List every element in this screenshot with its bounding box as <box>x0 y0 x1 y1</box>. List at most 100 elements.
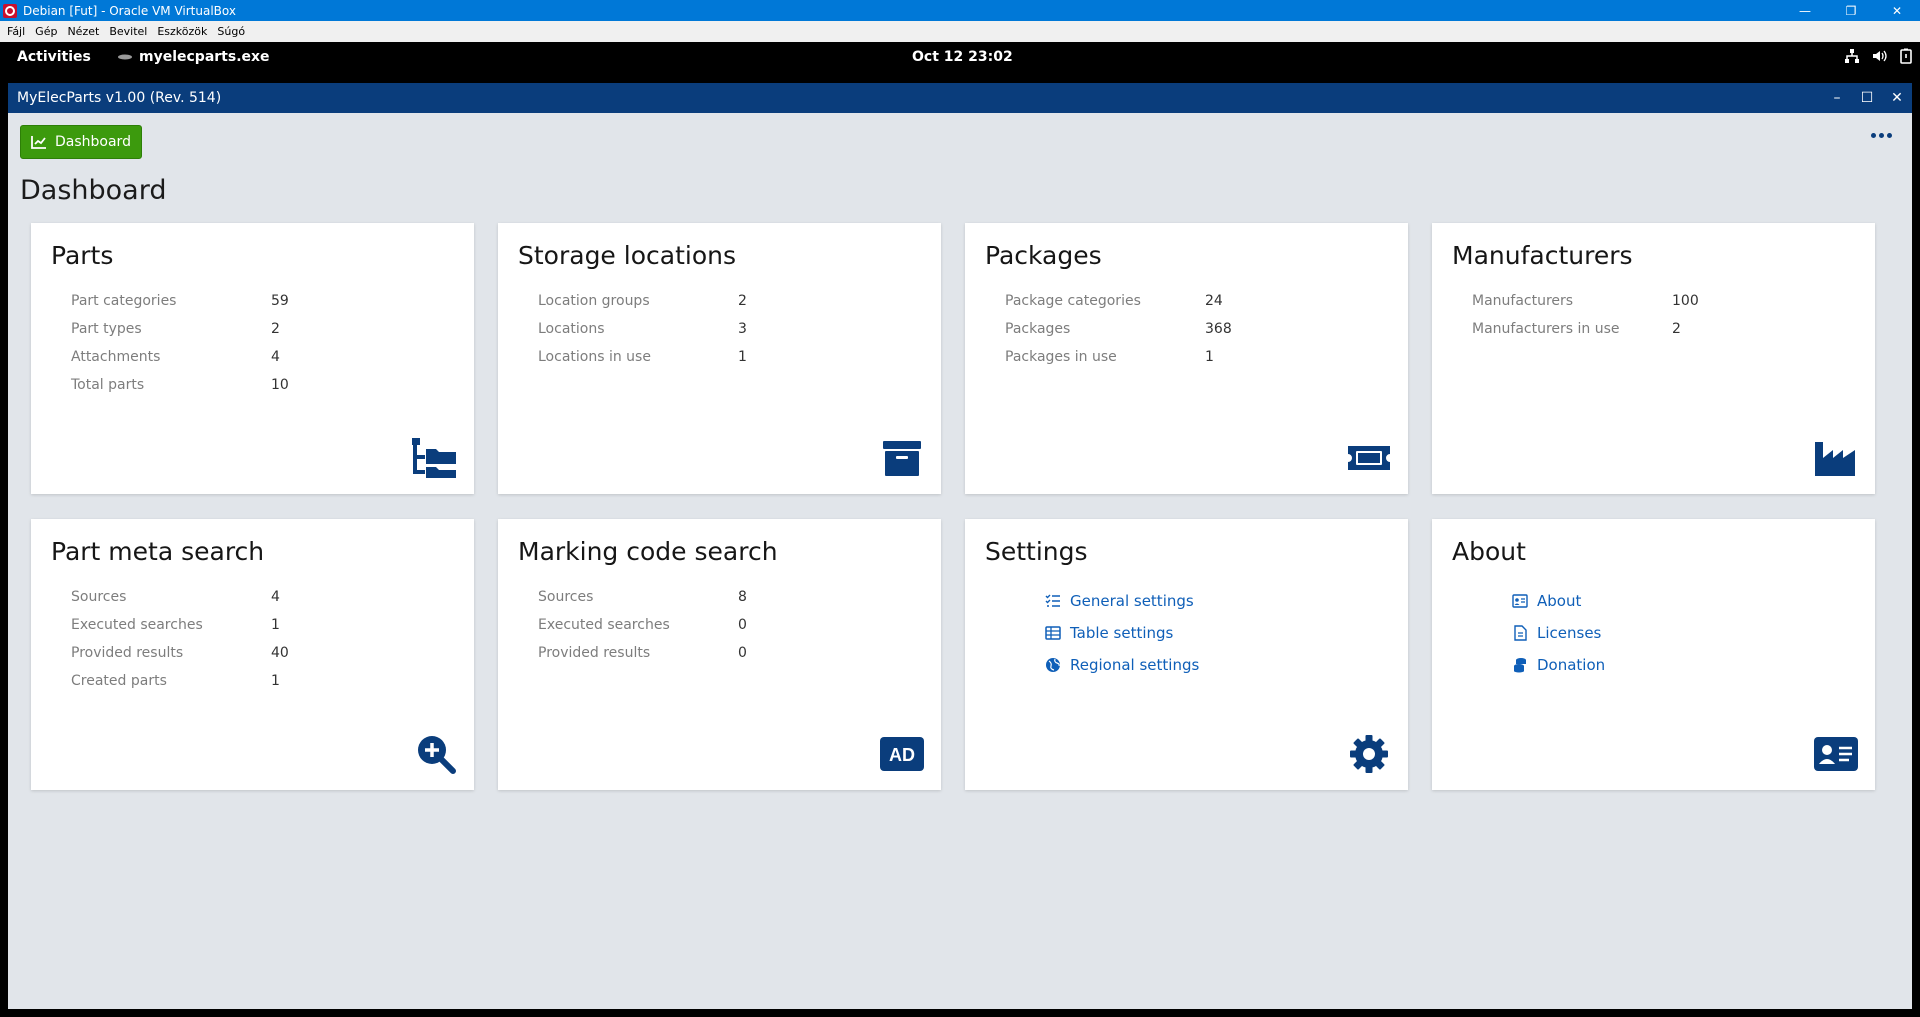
card-marking-code-search[interactable]: Marking code search Sources 8 Executed se… <box>498 519 941 790</box>
stat-label: Attachments <box>71 349 161 365</box>
link-label: Donation <box>1537 656 1606 674</box>
card-settings[interactable]: Settings General settings Table settings… <box>965 519 1408 790</box>
app-window: MyElecParts v1.00 (Rev. 514) – ☐ ✕ Dashb… <box>8 83 1912 1009</box>
stat-label: Provided results <box>71 645 184 661</box>
menu-input[interactable]: Bevitel <box>109 25 147 38</box>
stat-row: Locations 3 <box>538 315 747 343</box>
restore-icon[interactable]: ❐ <box>1828 0 1874 21</box>
stat-row: Sources 8 <box>538 583 747 611</box>
vbox-title-text: Debian [Fut] - Oracle VM VirtualBox <box>23 3 236 18</box>
stat-label: Sources <box>538 589 594 605</box>
coins-icon <box>1514 658 1526 673</box>
app-minimize-icon[interactable]: – <box>1822 83 1852 113</box>
link-about[interactable]: About <box>1512 585 1605 617</box>
stat-row: Manufacturers 100 <box>1472 287 1699 315</box>
card-storage-locations[interactable]: Storage locations Location groups 2 Locat… <box>498 223 941 494</box>
stat-value: 2 <box>271 321 280 337</box>
more-options-icon[interactable] <box>1871 133 1892 138</box>
card-title: Parts <box>51 241 114 270</box>
stats-list: Sources 8 Executed searches 0 Provided res… <box>538 583 747 667</box>
stat-row: Provided results 0 <box>538 639 747 667</box>
address-card-icon <box>1814 737 1858 771</box>
link-table-settings[interactable]: Table settings <box>1045 617 1199 649</box>
volume-icon <box>1873 50 1887 62</box>
stat-row: Attachments 4 <box>71 343 289 371</box>
card-part-meta-search[interactable]: Part meta search Sources 4 Executed searc… <box>31 519 474 790</box>
card-manufacturers[interactable]: Manufacturers Manufacturers 100 Manufactu… <box>1432 223 1875 494</box>
stat-value: 8 <box>738 589 747 605</box>
close-icon[interactable]: ✕ <box>1874 0 1920 21</box>
card-about[interactable]: About About Licenses Donation <box>1432 519 1875 790</box>
id-card-icon <box>1512 594 1528 608</box>
stats-list: Manufacturers 100 Manufacturers in use 2 <box>1472 287 1699 343</box>
app-title-text: MyElecParts v1.00 (Rev. 514) <box>17 90 222 106</box>
stat-row: Packages 368 <box>1005 315 1232 343</box>
app-close-icon[interactable]: ✕ <box>1882 83 1912 113</box>
globe-icon <box>1046 658 1060 672</box>
stat-value: 100 <box>1672 293 1699 309</box>
stat-label: Part types <box>71 321 142 337</box>
link-label: General settings <box>1070 592 1194 610</box>
stat-label: Manufacturers in use <box>1472 321 1620 337</box>
app-maximize-icon[interactable]: ☐ <box>1852 83 1882 113</box>
vbox-menubar: Fájl Gép Nézet Bevitel Eszközök Súgó <box>0 21 1920 42</box>
link-donation[interactable]: Donation <box>1512 649 1605 681</box>
stat-row: Created parts 1 <box>71 667 289 695</box>
minimize-icon[interactable]: — <box>1782 0 1828 21</box>
ad-badge-icon: AD <box>880 737 924 771</box>
menu-machine[interactable]: Gép <box>35 25 57 38</box>
card-title: About <box>1452 537 1526 566</box>
list-check-icon <box>1045 594 1060 607</box>
menu-devices[interactable]: Eszközök <box>157 25 207 38</box>
link-label: About <box>1537 592 1582 610</box>
table-icon <box>1045 626 1061 640</box>
virtualbox-icon <box>3 3 17 18</box>
dashboard-button[interactable]: Dashboard <box>20 125 142 159</box>
activities-button[interactable]: Activities <box>17 49 91 65</box>
stat-value: 2 <box>1672 321 1681 337</box>
stat-row: Locations in use 1 <box>538 343 747 371</box>
card-title: Manufacturers <box>1452 241 1633 270</box>
menu-file[interactable]: Fájl <box>7 25 25 38</box>
archive-box-icon <box>883 441 921 476</box>
vbox-window-controls: — ❐ ✕ <box>1782 0 1920 21</box>
stat-label: Packages <box>1005 321 1071 337</box>
app-titlebar: MyElecParts v1.00 (Rev. 514) – ☐ ✕ <box>8 83 1912 113</box>
factory-icon <box>1815 442 1855 476</box>
stat-row: Provided results 40 <box>71 639 289 667</box>
file-text-icon <box>1514 625 1527 641</box>
menu-view[interactable]: Nézet <box>67 25 99 38</box>
stat-label: Package categories <box>1005 293 1141 309</box>
stat-label: Locations <box>538 321 605 337</box>
app-menu[interactable]: myelecparts.exe <box>117 49 270 65</box>
stat-row: Location groups 2 <box>538 287 747 315</box>
link-licenses[interactable]: Licenses <box>1512 617 1605 649</box>
system-tray[interactable] <box>1833 48 1914 64</box>
card-title: Part meta search <box>51 537 265 566</box>
stat-row: Part categories 59 <box>71 287 289 315</box>
stat-row: Manufacturers in use 2 <box>1472 315 1699 343</box>
stat-label: Total parts <box>71 377 145 393</box>
stat-value: 1 <box>738 349 747 365</box>
menu-help[interactable]: Súgó <box>217 25 245 38</box>
stat-value: 24 <box>1205 293 1223 309</box>
ticket-package-icon <box>1348 446 1390 470</box>
card-packages[interactable]: Packages Package categories 24 Packages 36… <box>965 223 1408 494</box>
stat-label: Created parts <box>71 673 167 689</box>
stat-row: Executed searches 1 <box>71 611 289 639</box>
card-title: Settings <box>985 537 1088 566</box>
link-regional-settings[interactable]: Regional settings <box>1045 649 1199 681</box>
search-plus-icon <box>418 736 456 774</box>
stat-row: Part types 2 <box>71 315 289 343</box>
stat-value: 10 <box>271 377 289 393</box>
stat-value: 368 <box>1205 321 1232 337</box>
link-label: Licenses <box>1537 624 1602 642</box>
wine-app-icon <box>118 54 132 60</box>
stat-label: Sources <box>71 589 127 605</box>
card-parts[interactable]: Parts Part categories 59 Part types 2 Atta… <box>31 223 474 494</box>
stat-value: 1 <box>271 617 280 633</box>
stat-value: 4 <box>271 589 280 605</box>
link-general-settings[interactable]: General settings <box>1045 585 1199 617</box>
clock[interactable]: Oct 12 23:02 <box>912 49 1013 65</box>
stat-value: 59 <box>271 293 289 309</box>
